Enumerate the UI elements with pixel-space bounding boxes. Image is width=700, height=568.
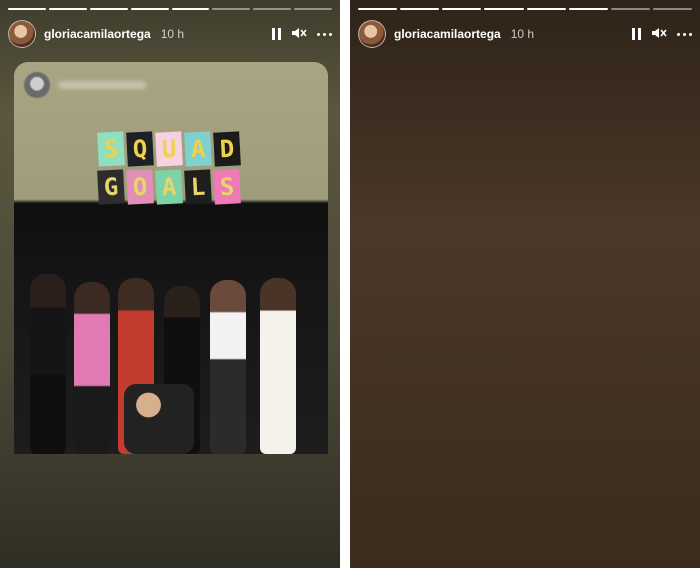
story-timestamp: 10 h: [160, 27, 185, 41]
avatar[interactable]: [8, 20, 36, 48]
volume-muted-icon[interactable]: [291, 26, 307, 42]
story-progress-bar: [8, 8, 332, 11]
more-options-icon[interactable]: [677, 32, 692, 36]
progress-segment: [484, 8, 524, 10]
pause-icon[interactable]: [272, 28, 281, 40]
story-panel-right: gloriacamilaortega 10 h: [350, 0, 700, 568]
story-header: gloriacamilaortega 10 h: [8, 18, 332, 50]
progress-segment: [8, 8, 46, 10]
sticker-letter: S: [97, 131, 125, 167]
sticker-letter: A: [184, 131, 212, 167]
photo-person: [210, 280, 246, 454]
sticker-letter: S: [213, 169, 241, 205]
progress-segment: [400, 8, 440, 10]
photo-person: [260, 278, 296, 454]
progress-segment: [212, 8, 251, 10]
story-panel-left: gloriacamilaortega 10 h S Q U A D G O A …: [0, 0, 340, 568]
story-controls: [632, 26, 692, 42]
group-photo: [14, 205, 328, 454]
pause-icon[interactable]: [632, 28, 641, 40]
sticker-letter: U: [155, 131, 183, 167]
story-progress-bar: [358, 8, 692, 11]
story-controls: [272, 26, 332, 42]
progress-segment: [253, 8, 292, 10]
photo-person: [30, 274, 66, 454]
username[interactable]: gloriacamilaortega: [44, 27, 151, 41]
progress-segment: [442, 8, 482, 10]
story-header: gloriacamilaortega 10 h: [358, 18, 692, 50]
sticker-letter: A: [155, 169, 183, 205]
reposted-header: [24, 72, 146, 98]
progress-segment: [130, 8, 169, 10]
sticker-letter: G: [97, 169, 125, 205]
progress-segment: [652, 8, 692, 10]
avatar[interactable]: [358, 20, 386, 48]
photo-person-kneeling: [124, 384, 194, 454]
progress-segment: [358, 8, 398, 10]
sticker-letter: Q: [126, 131, 154, 167]
reposted-avatar: [24, 72, 50, 98]
volume-muted-icon-svg: [652, 28, 667, 38]
progress-segment: [568, 8, 608, 10]
progress-segment: [294, 8, 332, 10]
sticker-letter: L: [184, 169, 212, 205]
volume-muted-icon-svg: [292, 28, 307, 38]
sticker-letter: D: [213, 131, 241, 167]
photo-person: [74, 282, 110, 454]
sticker-line-squad: S Q U A D: [97, 131, 241, 167]
sticker-line-goals: G O A L S: [97, 169, 241, 205]
story-timestamp: 10 h: [510, 27, 535, 41]
progress-segment: [48, 8, 87, 10]
progress-segment: [526, 8, 566, 10]
progress-segment: [171, 8, 210, 10]
progress-segment: [610, 8, 650, 10]
blurred-username: [58, 81, 146, 89]
sticker-letter: O: [126, 169, 154, 205]
username[interactable]: gloriacamilaortega: [394, 27, 501, 41]
progress-segment: [89, 8, 128, 10]
more-options-icon[interactable]: [317, 32, 332, 36]
volume-muted-icon[interactable]: [651, 26, 667, 42]
